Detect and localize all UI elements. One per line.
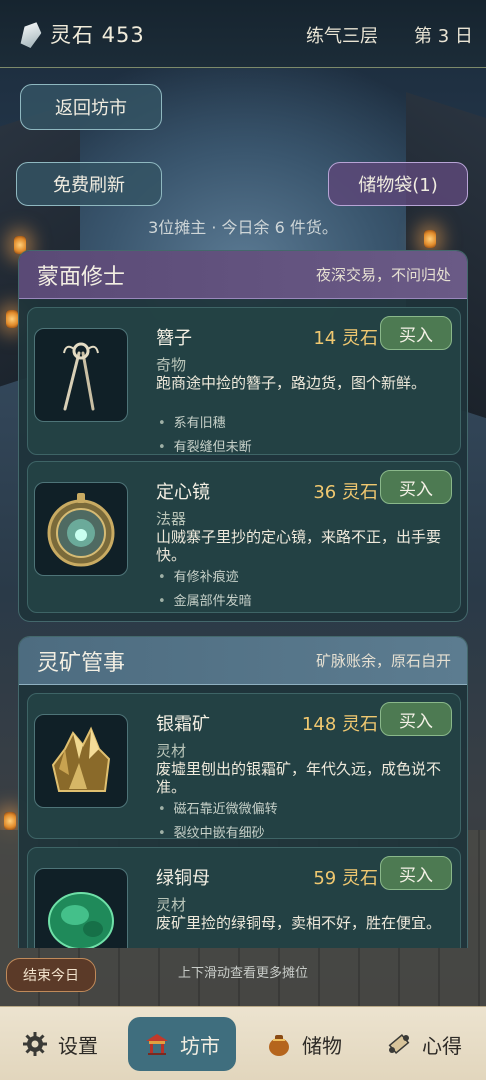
lantern-icon xyxy=(6,310,18,328)
buy-button[interactable]: 买入 xyxy=(380,702,452,736)
nav-label: 坊市 xyxy=(180,1033,220,1058)
nav-settings[interactable]: 设置 xyxy=(22,1017,98,1071)
day-counter: 第 3 日 xyxy=(414,26,473,47)
item-name: 定心镜 xyxy=(156,482,210,503)
nav-label: 心得 xyxy=(422,1033,462,1058)
item-description: 山贼寨子里抄的定心镜，来路不正，出手要快。 xyxy=(156,528,442,564)
lantern-icon xyxy=(4,812,16,830)
item-trait: 系有旧穗 xyxy=(158,412,226,431)
seller-motto: 夜深交易，不问归处 xyxy=(315,266,451,284)
scroll-icon xyxy=(386,1031,412,1057)
item-price: 59 灵石 xyxy=(313,868,378,889)
item-category: 奇物 xyxy=(156,356,187,374)
item-category: 法器 xyxy=(156,510,187,528)
hairpin-icon xyxy=(34,328,128,422)
storage-bag-button[interactable]: 储物袋(1) xyxy=(328,162,468,206)
item-category: 灵材 xyxy=(156,742,187,760)
nav-storage[interactable]: 储物 xyxy=(266,1017,342,1071)
spirit-stone-count: 灵石 453 xyxy=(50,22,145,47)
item-name: 绿铜母 xyxy=(156,868,210,889)
seller-name: 灵矿管事 xyxy=(37,650,126,676)
seller-panel: 蒙面修士 夜深交易，不问归处 簪子 14 灵石 买入 奇物 跑商途中捡的簪子，路… xyxy=(18,250,468,622)
nav-label: 储物 xyxy=(302,1033,342,1058)
list-item: 定心镜 36 灵石 买入 法器 山贼寨子里抄的定心镜，来路不正，出手要快。 有修… xyxy=(27,461,461,613)
nav-label: 设置 xyxy=(58,1033,98,1058)
seller-header: 蒙面修士 夜深交易，不问归处 xyxy=(19,251,467,299)
seller-header: 灵矿管事 矿脉账余，原石自开 xyxy=(19,637,467,685)
item-trait: 有裂缝但未断 xyxy=(158,436,252,455)
cultivation-realm: 练气三层 xyxy=(306,26,378,47)
spirit-stone-icon xyxy=(17,18,44,49)
ore-icon xyxy=(34,714,128,808)
item-trait: 磁石靠近微微偏转 xyxy=(158,798,278,817)
seller-motto: 矿脉账余，原石自开 xyxy=(315,652,451,670)
end-day-button[interactable]: 结束今日 xyxy=(6,958,96,992)
green-ore-icon xyxy=(34,868,128,948)
item-category: 灵材 xyxy=(156,896,187,914)
back-to-market-button[interactable]: 返回坊市 xyxy=(20,84,162,130)
vendor-summary: 3位摊主 · 今日余 6 件货。 xyxy=(148,218,338,237)
status-bar: 灵石 453 练气三层 第 3 日 xyxy=(0,0,486,68)
list-item: 簪子 14 灵石 买入 奇物 跑商途中捡的簪子，路边货，图个新鲜。 系有旧穗 有… xyxy=(27,307,461,455)
buy-button[interactable]: 买入 xyxy=(380,470,452,504)
list-item: 绿铜母 59 灵石 买入 灵材 废矿里捡的绿铜母，卖相不好，胜在便宜。 xyxy=(27,847,461,948)
nav-notes[interactable]: 心得 xyxy=(386,1017,462,1071)
free-refresh-button[interactable]: 免费刷新 xyxy=(16,162,162,206)
item-trait: 裂纹中嵌有细砂 xyxy=(158,822,265,841)
gear-icon xyxy=(22,1031,48,1057)
item-price: 14 灵石 xyxy=(313,328,378,349)
item-description: 废矿里捡的绿铜母，卖相不好，胜在便宜。 xyxy=(156,914,442,932)
pavilion-icon xyxy=(144,1031,170,1057)
buy-button[interactable]: 买入 xyxy=(380,316,452,350)
buy-button[interactable]: 买入 xyxy=(380,856,452,890)
mirror-icon xyxy=(34,482,128,576)
item-name: 簪子 xyxy=(156,328,192,349)
item-trait: 有修补痕迹 xyxy=(158,566,239,585)
list-item: 银霜矿 148 灵石 买入 灵材 废墟里刨出的银霜矿，年代久远，成色说不准。 磁… xyxy=(27,693,461,841)
item-trait: 金属部件发暗 xyxy=(158,590,252,609)
item-price: 36 灵石 xyxy=(313,482,378,503)
item-name: 银霜矿 xyxy=(156,714,210,735)
pouch-icon xyxy=(266,1031,292,1057)
bottom-nav: 设置 坊市 储物 心得 xyxy=(0,1006,486,1080)
nav-market[interactable]: 坊市 xyxy=(128,1017,236,1071)
item-description: 跑商途中捡的簪子，路边货，图个新鲜。 xyxy=(156,374,427,392)
seller-name: 蒙面修士 xyxy=(37,264,126,290)
seller-panel: 灵矿管事 矿脉账余，原石自开 银霜矿 148 灵石 买入 灵材 废墟里刨出的银霜… xyxy=(18,636,468,948)
item-description: 废墟里刨出的银霜矿，年代久远，成色说不准。 xyxy=(156,760,442,796)
item-price: 148 灵石 xyxy=(301,714,378,735)
